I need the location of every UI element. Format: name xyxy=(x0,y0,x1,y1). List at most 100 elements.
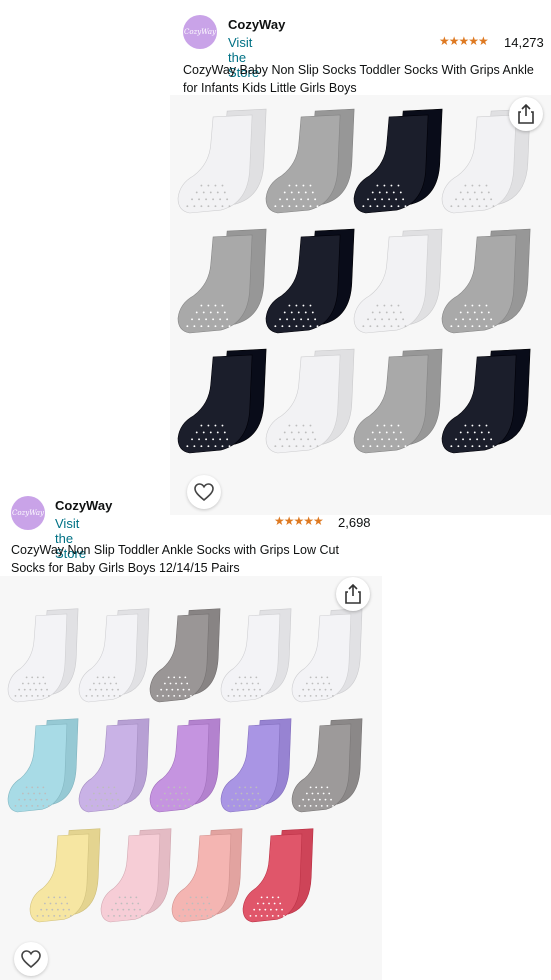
grip-dot xyxy=(314,198,317,201)
grip-dot xyxy=(64,914,67,917)
grip-dot xyxy=(244,676,247,679)
grip-dot xyxy=(385,191,388,194)
grip-dot xyxy=(195,191,198,194)
grip-dot xyxy=(223,191,226,194)
grip-dot xyxy=(23,798,26,801)
grip-dot xyxy=(304,191,307,194)
grip-dot xyxy=(200,914,203,917)
grip-dot xyxy=(270,908,272,911)
grip-dot xyxy=(322,682,325,685)
grip-dot xyxy=(160,688,163,691)
share-button[interactable] xyxy=(336,577,370,611)
brand-logo-text: CozyWay xyxy=(184,28,216,36)
grip-dot xyxy=(388,318,391,321)
grip-dot xyxy=(96,694,99,697)
grip-dot xyxy=(219,438,222,441)
grip-dot xyxy=(476,318,479,321)
grip-dot xyxy=(221,205,224,208)
grip-dot xyxy=(173,676,176,679)
sock-pair xyxy=(265,348,355,454)
grip-dot xyxy=(471,304,474,307)
wishlist-button[interactable] xyxy=(187,475,221,509)
star-rating[interactable]: ★★★★★ xyxy=(439,34,489,48)
product-image[interactable] xyxy=(170,95,551,515)
rating-count[interactable]: 2,698 xyxy=(338,515,371,530)
grip-dot xyxy=(167,786,170,789)
grip-dot xyxy=(371,311,374,314)
grip-dot xyxy=(390,304,393,307)
grip-dot xyxy=(14,804,17,807)
product-image[interactable] xyxy=(0,576,382,980)
grip-dot xyxy=(33,682,35,685)
grip-dot xyxy=(44,682,47,685)
grip-dot xyxy=(404,325,407,328)
product-title[interactable]: CozyWay Non Slip Toddler Ankle Socks wit… xyxy=(11,541,376,577)
grip-dot xyxy=(320,786,323,789)
grip-dot xyxy=(268,902,270,905)
grip-dot xyxy=(25,694,28,697)
brand-logo[interactable]: CozyWay xyxy=(11,496,45,530)
grip-dot xyxy=(459,431,462,434)
grip-dot xyxy=(113,804,116,807)
grip-dot xyxy=(295,445,298,448)
grip-dot xyxy=(117,798,119,801)
sock-pair xyxy=(78,718,150,813)
grip-dot xyxy=(31,786,34,789)
grip-dot xyxy=(378,191,381,194)
grip-dot xyxy=(480,191,483,194)
grip-dot xyxy=(492,325,495,328)
grip-dot xyxy=(288,325,291,328)
share-button[interactable] xyxy=(509,97,543,131)
grip-dot xyxy=(163,792,166,795)
grip-dot xyxy=(246,792,248,795)
grip-dot xyxy=(320,694,323,697)
grip-dot xyxy=(279,902,282,905)
grip-dot xyxy=(293,198,296,201)
grip-dot xyxy=(249,786,252,789)
grip-dot xyxy=(107,914,110,917)
grip-dot xyxy=(14,694,17,697)
grip-dot xyxy=(383,304,386,307)
grip-dot xyxy=(450,205,453,208)
grip-dot xyxy=(199,908,201,911)
grip-dot xyxy=(471,445,474,448)
grip-dot xyxy=(392,191,395,194)
star-rating[interactable]: ★★★★★ xyxy=(274,514,324,528)
grip-dot xyxy=(315,694,318,697)
grip-dot xyxy=(244,694,247,697)
grip-dot xyxy=(307,798,310,801)
grip-dot xyxy=(295,304,298,307)
grip-dot xyxy=(469,198,472,201)
grip-dot xyxy=(307,688,310,691)
grip-dot xyxy=(271,896,274,899)
grip-dot xyxy=(376,325,379,328)
grip-dot xyxy=(397,304,400,307)
grip-dot xyxy=(106,688,108,691)
grip-dot xyxy=(156,694,159,697)
sock-pair xyxy=(291,608,363,703)
grip-dot xyxy=(173,804,176,807)
grip-dot xyxy=(214,445,217,448)
grip-dot xyxy=(395,318,398,321)
grip-dot xyxy=(191,438,193,441)
grip-dot xyxy=(459,311,462,314)
grip-dot xyxy=(214,184,217,187)
product-title[interactable]: CozyWay Baby Non Slip Socks Toddler Sock… xyxy=(183,61,543,97)
grip-dot xyxy=(227,694,230,697)
grip-dot xyxy=(330,688,332,691)
grip-dot xyxy=(390,445,393,448)
grip-dot xyxy=(249,914,252,917)
grip-dot xyxy=(139,908,141,911)
rating-count[interactable]: 14,273 xyxy=(504,35,544,50)
grip-dot xyxy=(189,914,192,917)
grip-dot xyxy=(186,445,189,448)
grip-dot xyxy=(169,792,172,795)
grip-dot xyxy=(399,431,402,434)
wishlist-button[interactable] xyxy=(14,942,48,976)
grip-dot xyxy=(21,682,24,685)
grip-dot xyxy=(297,311,300,314)
grip-dot xyxy=(36,914,39,917)
grip-dot xyxy=(286,318,288,321)
brand-logo[interactable]: CozyWay xyxy=(183,15,217,49)
grip-dot xyxy=(113,914,115,917)
